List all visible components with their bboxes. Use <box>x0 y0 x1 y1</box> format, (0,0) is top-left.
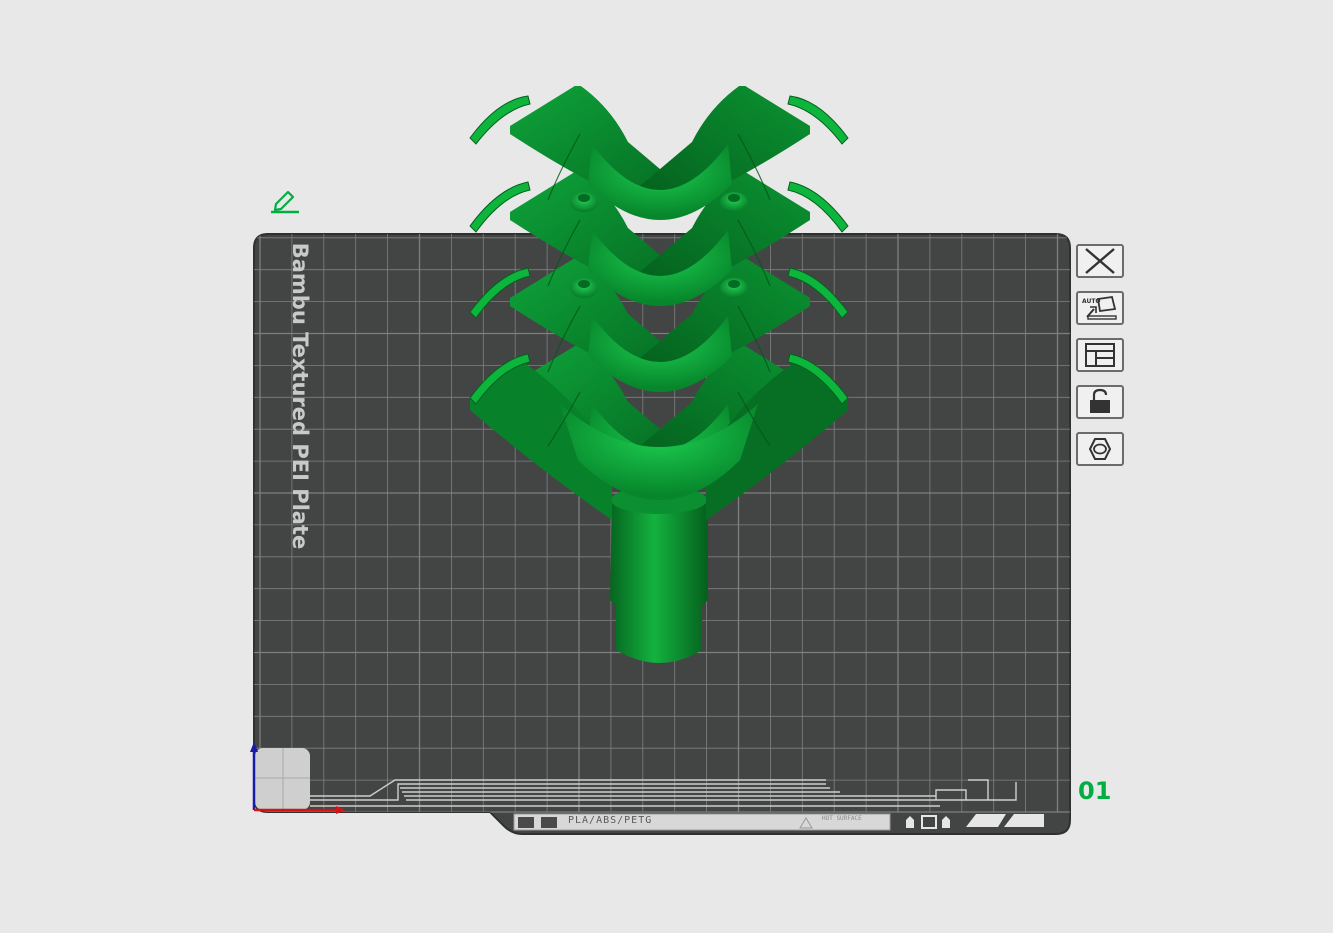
arrange-button[interactable] <box>1076 338 1124 372</box>
unlock-icon <box>1090 388 1110 413</box>
hot-surface-text: HOT SURFACE <box>822 815 862 822</box>
arrange-layout-icon <box>1085 343 1115 367</box>
3d-viewport[interactable]: Bambu Textured PEI Plate 01 PLA/ABS/PETG… <box>0 0 1333 933</box>
plate-name-label: Bambu Textured PEI Plate <box>288 242 312 550</box>
auto-orient-button[interactable]: AUTO <box>1076 291 1124 325</box>
filament-types-text: PLA/ABS/PETG <box>568 815 653 826</box>
close-icon <box>1085 248 1115 274</box>
lock-plate-button[interactable] <box>1076 385 1124 419</box>
build-plate-scene[interactable] <box>0 0 1333 933</box>
plate-number[interactable]: 01 <box>1078 777 1111 805</box>
edit-plate-name-icon[interactable] <box>268 186 302 214</box>
auto-orient-icon: AUTO <box>1082 295 1117 320</box>
hexagon-settings-icon <box>1088 438 1112 460</box>
plate-settings-button[interactable] <box>1076 432 1124 466</box>
close-plate-button[interactable] <box>1076 244 1124 278</box>
